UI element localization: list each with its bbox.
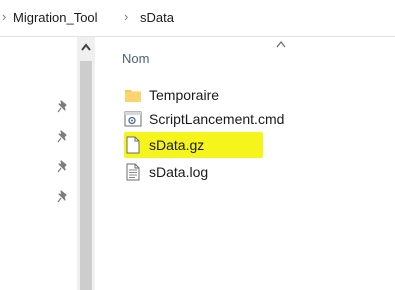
breadcrumb-item-migration-tool[interactable]: Migration_Tool	[13, 10, 98, 25]
pin-icon[interactable]	[57, 100, 69, 114]
vertical-scrollbar[interactable]	[77, 37, 95, 290]
address-bar[interactable]: › Migration_Tool › sData	[0, 0, 395, 37]
file-name: sData.log	[149, 164, 209, 180]
pin-icon[interactable]	[57, 190, 69, 204]
pin-icon[interactable]	[57, 130, 69, 144]
file-list-pane: Nom Temporaire ScriptLancement.cmd sData…	[96, 37, 395, 290]
scroll-up-arrow-icon[interactable]	[77, 37, 95, 59]
file-name: sData.gz	[149, 137, 205, 153]
folder-icon	[125, 90, 141, 102]
breadcrumb-chevron-icon[interactable]: ›	[2, 9, 6, 24]
scroll-thumb[interactable]	[80, 61, 92, 290]
sort-ascending-icon[interactable]	[274, 39, 288, 49]
file-name: ScriptLancement.cmd	[149, 111, 285, 127]
column-header-name[interactable]: Nom	[122, 51, 149, 66]
breadcrumb-item-sdata[interactable]: sData	[140, 10, 174, 25]
text-file-icon	[126, 163, 140, 181]
file-row-scriptlancement[interactable]: ScriptLancement.cmd	[124, 109, 344, 129]
blank-file-icon	[126, 136, 140, 154]
file-name: Temporaire	[149, 87, 220, 103]
cmd-file-icon	[124, 111, 142, 127]
file-row-sdata-log[interactable]: sData.log	[124, 162, 344, 182]
file-row-temporaire[interactable]: Temporaire	[124, 85, 344, 105]
pin-icon[interactable]	[57, 160, 69, 174]
file-row-sdata-gz[interactable]: sData.gz	[124, 132, 344, 158]
navigation-pane	[0, 37, 76, 290]
breadcrumb-separator[interactable]: ›	[124, 9, 128, 24]
